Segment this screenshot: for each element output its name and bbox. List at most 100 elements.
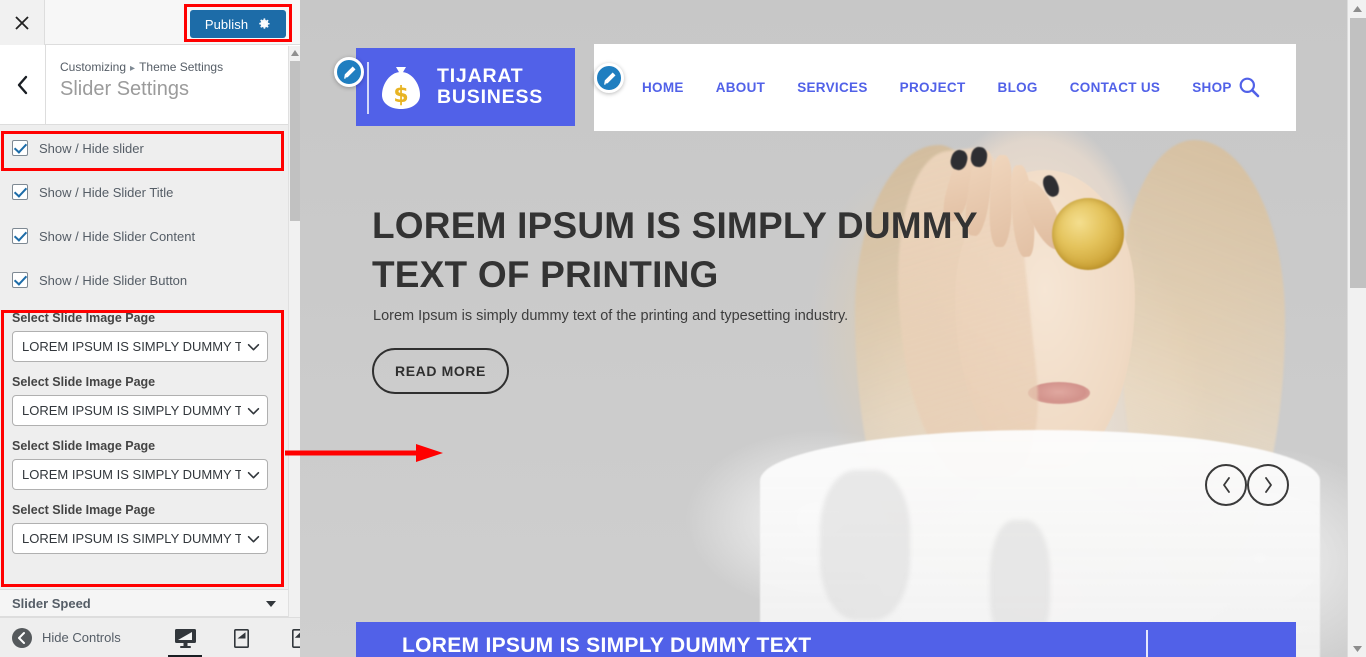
edit-menu-pin[interactable] [594,63,624,93]
slider-prev-button[interactable] [1205,464,1247,506]
customizer-controls-list: Show / Hide slider Show / Hide Slider Ti… [0,126,288,589]
money-bag-icon: $ [382,67,420,109]
control-label: Show / Hide Slider Title [39,184,174,200]
pencil-icon [343,66,355,79]
pencil-icon [603,72,615,85]
control-select-slide-image-page-2: Select Slide Image Page LOREM IPSUM IS S… [0,374,288,438]
nav-item-contact-us[interactable]: CONTACT US [1070,80,1161,95]
slider-next-button[interactable] [1247,464,1289,506]
checkbox-show-hide-slider-title[interactable] [12,184,28,200]
nav-item-shop[interactable]: SHOP [1192,80,1231,95]
page-title: Slider Settings [60,78,189,100]
breadcrumb: Customizing ▸ Theme Settings [60,60,223,74]
select-label: Select Slide Image Page [12,311,156,325]
publish-button-label: Publish [204,16,249,32]
select-slide-image-page-4[interactable]: LOREM IPSUM IS SIMPLY DUMMY TE [12,523,268,554]
customizer-footer: Hide Controls [0,617,303,657]
control-show-hide-slider[interactable]: Show / Hide slider [0,126,288,170]
customizer-topbar: Publish [0,0,300,45]
select-slide-image-page-1[interactable]: LOREM IPSUM IS SIMPLY DUMMY TE [12,331,268,362]
device-preview-switcher [168,618,310,657]
logo-line-1: TIJARAT [437,64,524,87]
nav-menu: HOME ABOUT SERVICES PROJECT BLOG CONTACT… [594,80,1232,95]
hero-paragraph: Lorem Ipsum is simply dummy text of the … [373,308,849,324]
publish-button[interactable]: Publish [190,10,286,38]
close-icon [15,15,29,30]
chevron-right-icon [1264,477,1272,493]
nav-item-home[interactable]: HOME [642,80,684,95]
select-slide-image-page-2[interactable]: LOREM IPSUM IS SIMPLY DUMMY TE [12,395,268,426]
annotation-arrow [285,444,443,462]
customizer-panel-header: Customizing ▸ Theme Settings Slider Settin… [0,45,300,125]
site-preview-frame: $ TIJARAT BUSINESS HOME ABOUT SERVICES P… [300,0,1347,657]
select-value: LOREM IPSUM IS SIMPLY DUMMY TE [22,339,241,354]
collapse-left-icon [12,627,32,648]
search-button[interactable] [1238,76,1260,103]
breadcrumb-separator-icon: ▸ [130,63,136,74]
nav-item-services[interactable]: SERVICES [797,80,867,95]
photo-shirt-fold [820,470,910,620]
preview-scrollbar[interactable] [1347,0,1366,657]
gear-icon [259,18,270,29]
select-label: Select Slide Image Page [12,503,156,517]
nav-item-project[interactable]: PROJECT [900,80,966,95]
select-label: Select Slide Image Page [12,439,156,453]
read-more-button[interactable]: READ MORE [372,348,509,394]
chevron-down-icon [247,407,260,415]
nav-item-about[interactable]: ABOUT [716,80,766,95]
checkbox-show-hide-slider[interactable] [12,140,28,156]
chevron-left-icon [1222,477,1230,493]
section-slider-speed[interactable]: Slider Speed [0,589,288,617]
customizer-screen: Publish Customizing ▸ Theme Settings Slide… [0,0,1366,657]
control-show-hide-slider-button[interactable]: Show / Hide Slider Button [0,258,288,302]
bottom-blue-band: LOREM IPSUM IS SIMPLY DUMMY TEXT [356,622,1296,657]
back-button[interactable] [0,45,46,124]
preview-scrollbar-thumb[interactable] [1350,18,1366,288]
hide-controls-button[interactable]: Hide Controls [0,627,121,648]
slider-navigation [1205,464,1289,506]
desktop-preview-button[interactable] [168,618,202,657]
select-slide-image-page-3[interactable]: LOREM IPSUM IS SIMPLY DUMMY TE [12,459,268,490]
select-value: LOREM IPSUM IS SIMPLY DUMMY TE [22,531,241,546]
chevron-left-icon [17,75,28,94]
edit-logo-pin[interactable] [334,57,364,87]
chevron-down-icon [247,471,260,479]
select-value: LOREM IPSUM IS SIMPLY DUMMY TE [22,467,241,482]
chevron-down-icon [247,343,260,351]
control-label: Show / Hide Slider Button [39,272,188,288]
svg-text:$: $ [393,83,408,108]
control-label: Show / Hide Slider Content [39,228,196,244]
scroll-up-icon[interactable] [1348,0,1366,17]
tablet-preview-button[interactable] [228,618,254,657]
bottom-band-text: LOREM IPSUM IS SIMPLY DUMMY TEXT [402,634,812,657]
control-label: Show / Hide slider [39,140,144,156]
checkbox-show-hide-slider-button[interactable] [12,272,28,288]
control-select-slide-image-page-4: Select Slide Image Page LOREM IPSUM IS S… [0,502,288,566]
breadcrumb-parent[interactable]: Theme Settings [139,60,223,74]
sidebar-scrollbar-thumb[interactable] [290,61,300,221]
chevron-down-icon [247,535,260,543]
logo-accent-bar [367,62,369,114]
logo-text: TIJARAT BUSINESS [437,64,544,108]
control-show-hide-slider-title[interactable]: Show / Hide Slider Title [0,170,288,214]
sidebar-scrollbar[interactable] [288,46,301,617]
tablet-icon [233,628,249,648]
caret-down-icon [266,601,276,607]
logo-line-2: BUSINESS [437,86,544,108]
select-value: LOREM IPSUM IS SIMPLY DUMMY TE [22,403,241,418]
select-label: Select Slide Image Page [12,375,156,389]
nav-item-blog[interactable]: BLOG [998,80,1038,95]
close-customizer-button[interactable] [0,0,45,45]
scroll-down-icon[interactable] [1348,640,1366,657]
checkbox-show-hide-slider-content[interactable] [12,228,28,244]
breadcrumb-root[interactable]: Customizing [60,60,126,74]
site-logo[interactable]: $ TIJARAT BUSINESS [356,48,575,126]
bottom-band-divider [1146,630,1148,657]
control-show-hide-slider-content[interactable]: Show / Hide Slider Content [0,214,288,258]
hero-heading: LOREM IPSUM IS SIMPLY DUMMY TEXT OF PRIN… [372,205,978,295]
section-label: Slider Speed [12,595,91,611]
search-icon [1239,77,1260,98]
publish-annotation-box: Publish [184,4,292,42]
site-navigation-bar: HOME ABOUT SERVICES PROJECT BLOG CONTACT… [594,44,1296,131]
control-select-slide-image-page-3: Select Slide Image Page LOREM IPSUM IS S… [0,438,288,502]
